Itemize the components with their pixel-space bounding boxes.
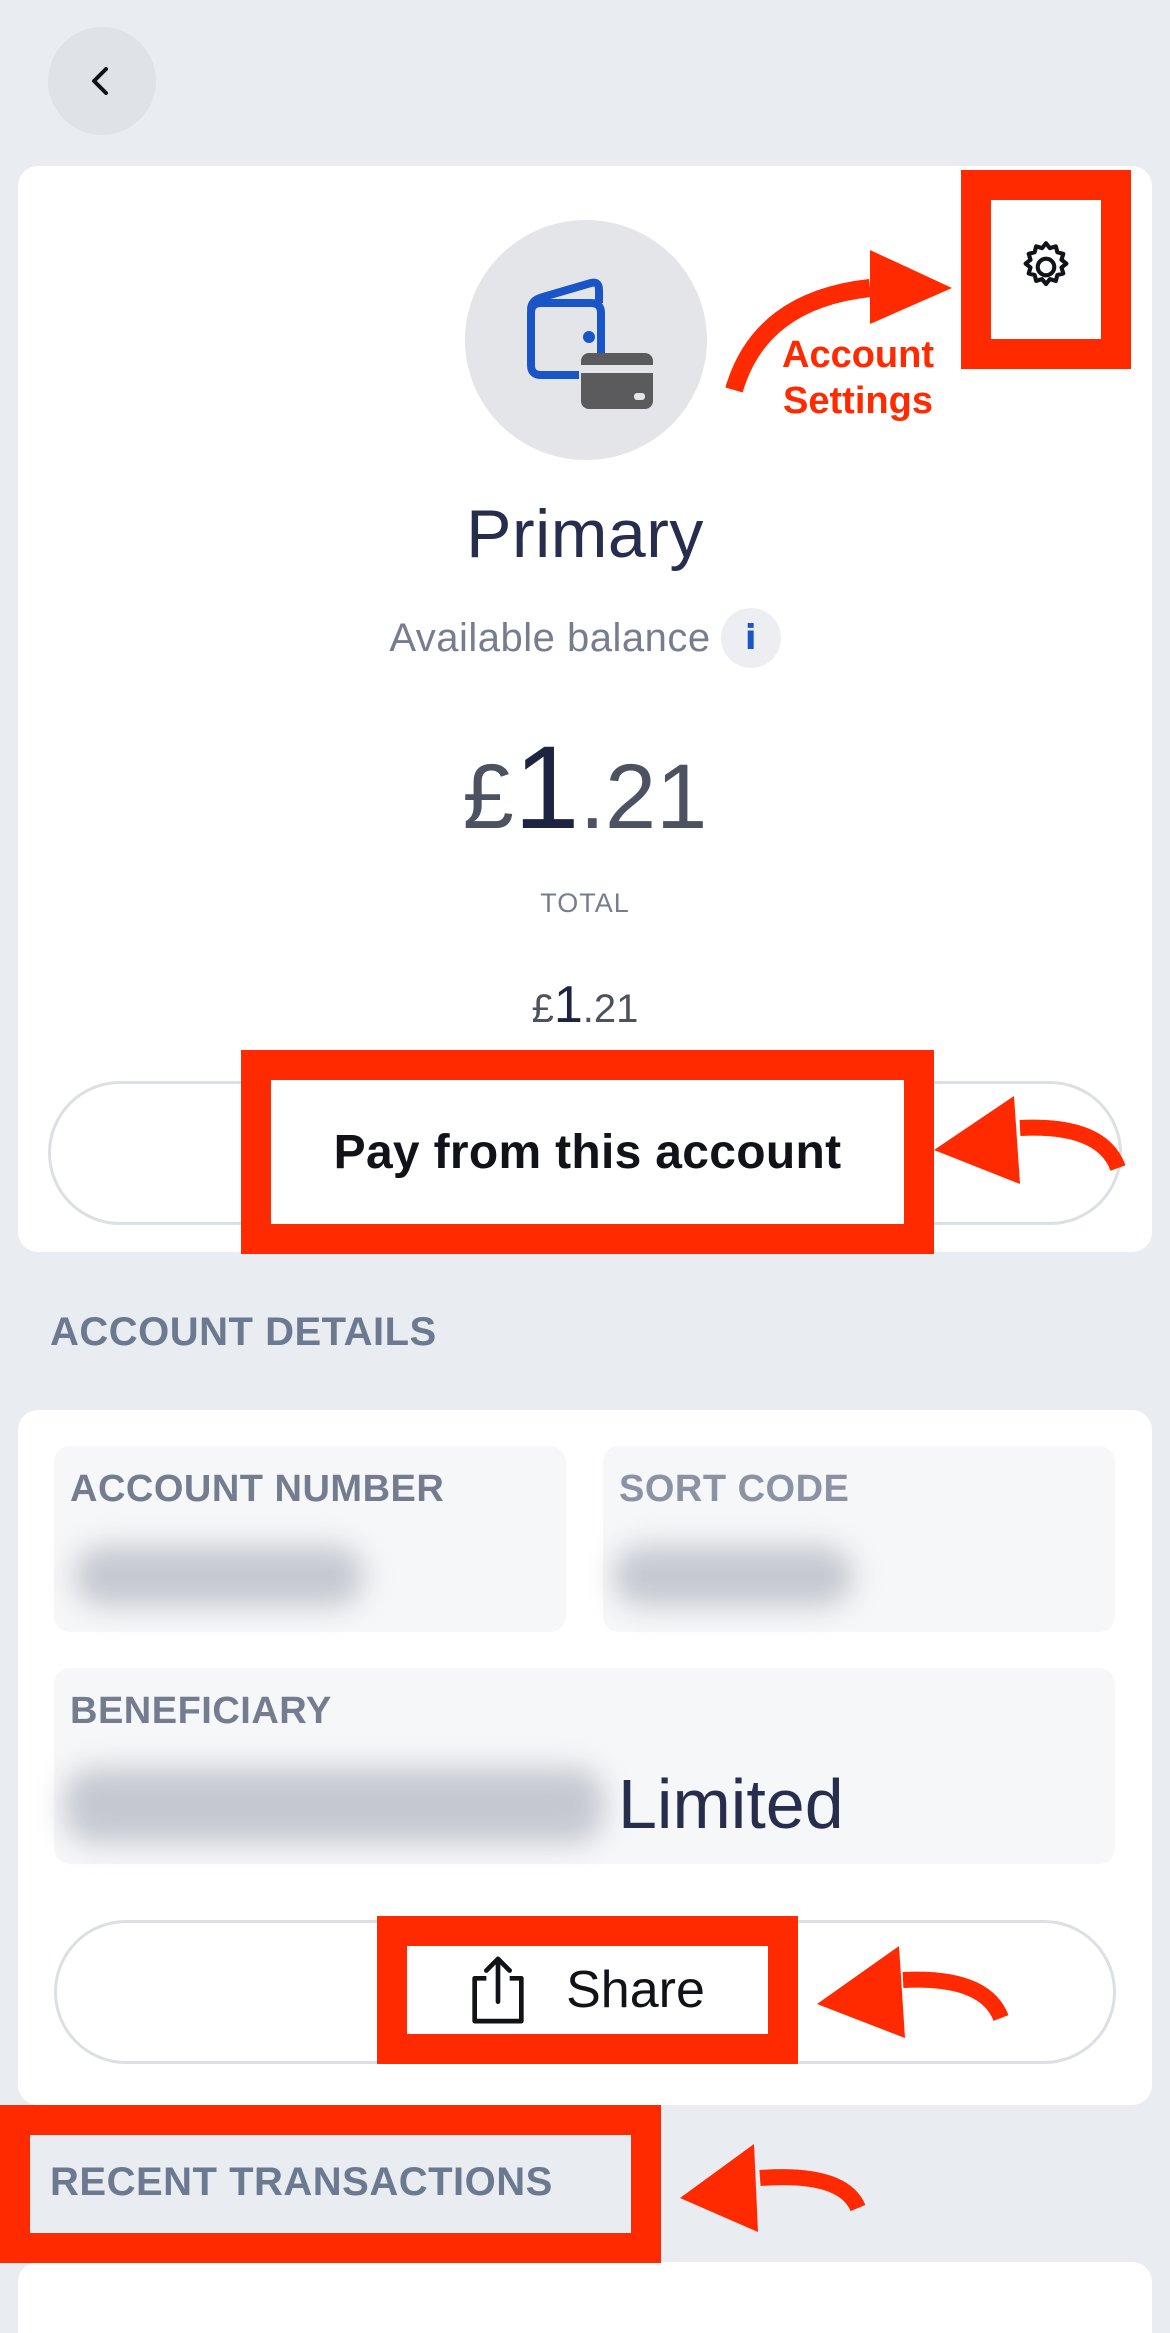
annotation-arrow-share (817, 1946, 1009, 2038)
account-number-label: ACCOUNT NUMBER (70, 1468, 445, 1510)
info-button[interactable]: i (720, 608, 781, 668)
balance-currency: £ (462, 746, 514, 848)
account-avatar (465, 220, 707, 460)
total-currency: £ (531, 987, 554, 1031)
total-minor: .21 (582, 987, 639, 1031)
sort-code-value-redacted (613, 1546, 853, 1606)
account-settings-button[interactable] (1015, 236, 1077, 303)
total-amount: £1.21 (0, 975, 1170, 1035)
beneficiary-field[interactable]: BENEFICIARY Limited (54, 1668, 1115, 1864)
account-settings-callout: Account Settings (782, 332, 934, 424)
pay-button-highlight: Pay from this account (241, 1050, 934, 1254)
account-details-heading: ACCOUNT DETAILS (50, 1310, 437, 1354)
annotation-arrow-pay (934, 1096, 1126, 1184)
available-balance-amount: £1.21 (0, 720, 1170, 856)
chevron-left-icon (92, 67, 108, 95)
available-balance-row: Available balance i (0, 608, 1170, 668)
beneficiary-name-redacted (64, 1768, 604, 1843)
total-label: TOTAL (540, 888, 630, 918)
sort-code-field[interactable]: SORT CODE (603, 1446, 1115, 1632)
pay-from-account-label[interactable]: Pay from this account (334, 1125, 842, 1180)
info-icon: i (744, 618, 757, 658)
account-number-field[interactable]: ACCOUNT NUMBER (54, 1446, 566, 1632)
settings-highlight (961, 170, 1131, 369)
account-name: Primary (466, 496, 704, 572)
balance-major: 1 (513, 722, 580, 854)
beneficiary-label: BENEFICIARY (70, 1690, 332, 1732)
total-major: 1 (553, 976, 583, 1034)
back-button[interactable] (48, 27, 156, 135)
wallet-card-icon (527, 278, 653, 409)
share-highlight: Share (377, 1916, 798, 2064)
account-number-value-redacted (74, 1546, 364, 1606)
annotation-arrow-recent (680, 2144, 866, 2232)
recent-transactions-card (18, 2262, 1152, 2333)
gear-icon (1023, 241, 1069, 287)
sort-code-label: SORT CODE (619, 1468, 850, 1510)
callout-line-1: Account (782, 334, 934, 376)
share-label[interactable]: Share (566, 1960, 705, 2020)
recent-transactions-highlight (0, 2105, 661, 2263)
share-icon (472, 1956, 524, 2024)
callout-line-2: Settings (783, 380, 933, 422)
available-balance-label: Available balance (389, 615, 711, 660)
beneficiary-value: Limited (618, 1765, 844, 1843)
balance-minor: .21 (579, 746, 708, 848)
